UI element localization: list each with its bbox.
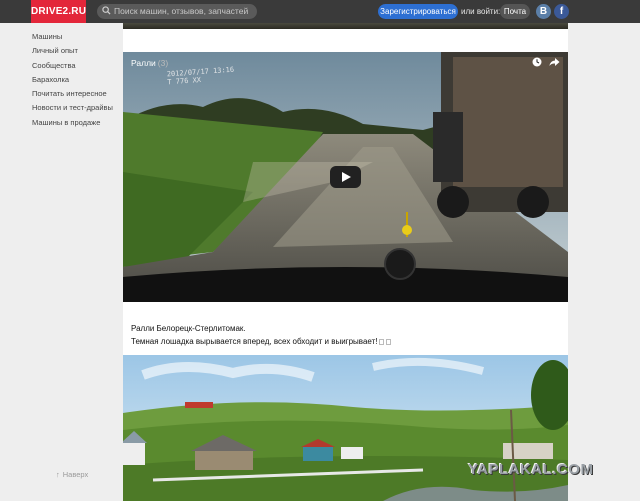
sidebar-item-cars[interactable]: Машины xyxy=(32,30,122,44)
site-logo[interactable]: DRIVE2.RU xyxy=(31,0,86,23)
back-to-top-link[interactable]: ↑ Наверх xyxy=(56,470,88,479)
top-navigation-bar: DRIVE2.RU Поиск машин, отзывов, запчасте… xyxy=(0,0,640,23)
play-icon xyxy=(342,172,351,182)
watermark-text: YAPLAKAL.COM xyxy=(468,461,594,478)
previous-image-bottom xyxy=(123,23,568,29)
post-text-line-2: Темная лошадка вырывается вперед, всех о… xyxy=(131,336,551,349)
share-icon[interactable] xyxy=(549,57,560,67)
sidebar-item-news-test-drives[interactable]: Новости и тест-драйвы xyxy=(32,101,122,115)
search-icon xyxy=(102,6,111,15)
register-button[interactable]: Зарегистрироваться xyxy=(378,4,458,19)
watch-later-icon[interactable] xyxy=(532,57,542,67)
arrow-up-icon: ↑ xyxy=(56,470,60,479)
emoji-icon xyxy=(386,338,392,345)
login-mail-button[interactable]: Почта xyxy=(500,4,530,19)
sidebar-item-communities[interactable]: Сообщества xyxy=(32,59,122,73)
search-input[interactable]: Поиск машин, отзывов, запчастей xyxy=(97,4,257,19)
login-facebook-icon[interactable]: f xyxy=(554,4,569,19)
sidebar-item-flea-market[interactable]: Барахолка xyxy=(32,73,122,87)
back-to-top-label: Наверх xyxy=(62,470,89,479)
search-placeholder: Поиск машин, отзывов, запчастей xyxy=(114,6,249,16)
sidebar-item-cars-for-sale[interactable]: Машины в продаже xyxy=(32,116,122,130)
post-text-line-1: Ралли Белорецк-Стерлитомак. xyxy=(131,324,246,333)
login-vk-icon[interactable]: В xyxy=(536,4,551,19)
sidebar-menu: Машины Личный опыт Сообщества Барахолка … xyxy=(32,30,122,130)
emoji-icon xyxy=(379,338,385,345)
post-text: Ралли Белорецк-Стерлитомак. Темная лошад… xyxy=(131,323,551,348)
play-button[interactable] xyxy=(330,166,361,188)
sidebar-item-personal-experience[interactable]: Личный опыт xyxy=(32,44,122,58)
embedded-video-player[interactable]: 2012/07/17 13:16 T 776 XX Ралли (3) xyxy=(123,52,568,302)
sidebar-item-interesting-reads[interactable]: Почитать интересное xyxy=(32,87,122,101)
video-title[interactable]: Ралли (3) xyxy=(131,58,168,68)
or-login-label: или войти: xyxy=(461,7,501,16)
